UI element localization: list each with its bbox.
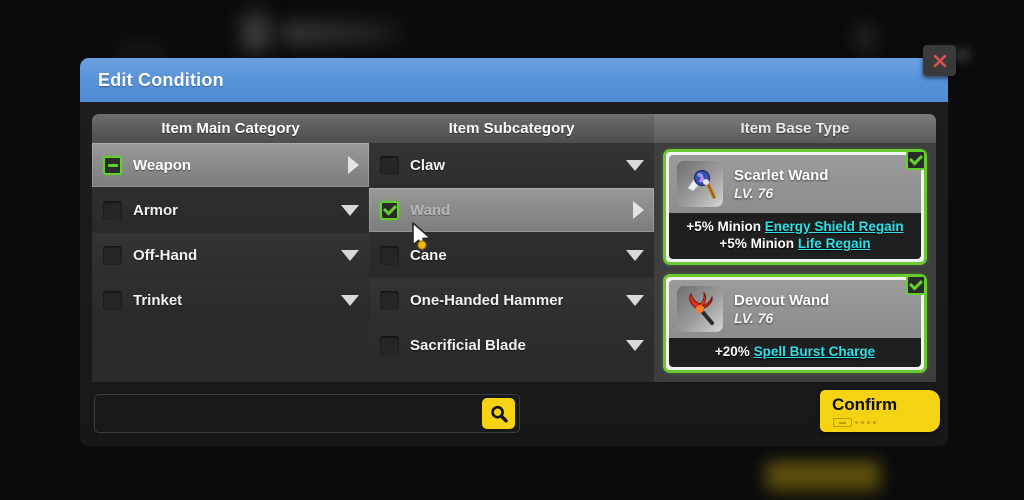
chevron-down-icon: [626, 339, 644, 351]
card-checkbox-checked-icon[interactable]: [906, 275, 926, 295]
main-category-header: Item Main Category: [92, 114, 369, 143]
chevron-right-icon: [348, 156, 359, 174]
base-type-card-devout-wand[interactable]: Devout Wand LV. 76 +20% Spell Burst Char…: [663, 274, 927, 373]
stat-line: +20% Spell Burst Charge: [677, 343, 913, 360]
chevron-down-icon: [341, 204, 359, 216]
card-inner: Scarlet Wand LV. 76 +5% Minion Energy Sh…: [669, 155, 921, 259]
card-header: Devout Wand LV. 76: [669, 280, 921, 338]
stat-highlight: Spell Burst Charge: [753, 344, 876, 359]
red-crescent-wand-icon: [677, 286, 723, 332]
stat-prefix: +5% Minion: [719, 236, 798, 251]
stat-prefix: +5% Minion: [686, 219, 765, 234]
search-button[interactable]: [482, 398, 515, 429]
stat-line: +5% Minion Life Regain: [677, 235, 913, 252]
main-category-item-trinket[interactable]: Trinket: [92, 278, 369, 322]
subcategory-item-label: Sacrificial Blade: [410, 336, 526, 354]
chevron-down-icon: [626, 159, 644, 171]
subcategory-item-label: Wand: [410, 201, 451, 219]
stat-highlight: Life Regain: [797, 236, 871, 251]
main-category-item-armor[interactable]: Armor: [92, 188, 369, 232]
card-stats: +5% Minion Energy Shield Regain +5% Mini…: [669, 213, 921, 259]
close-button[interactable]: [923, 45, 956, 76]
main-category-item-label: Trinket: [133, 291, 183, 309]
dialog-footer: Confirm: [80, 382, 948, 446]
game-screen: Edit Condition Item Main Category Weapon: [0, 0, 1024, 500]
checkbox-icon[interactable]: [380, 155, 399, 175]
key-dot-icon: [861, 421, 864, 424]
subcategory-header: Item Subcategory: [369, 114, 654, 143]
background-logo-mark: [238, 8, 274, 54]
stat-highlight: Energy Shield Regain: [764, 219, 904, 234]
main-category-panel: Item Main Category Weapon Armor Off-Hand…: [92, 114, 369, 382]
key-box-icon: [833, 418, 852, 427]
base-type-list[interactable]: Scarlet Wand LV. 76 +5% Minion Energy Sh…: [654, 143, 936, 382]
subcategory-item-cane[interactable]: Cane: [369, 233, 654, 277]
checkbox-icon[interactable]: [380, 290, 399, 310]
card-text: Devout Wand LV. 76: [734, 292, 829, 327]
chevron-down-icon: [341, 294, 359, 306]
category-columns: Item Main Category Weapon Armor Off-Hand…: [92, 114, 936, 382]
main-category-list[interactable]: Weapon Armor Off-Hand Trinket: [92, 143, 369, 382]
subcategory-item-claw[interactable]: Claw: [369, 143, 654, 187]
search-input[interactable]: [95, 395, 482, 432]
item-level: LV. 76: [734, 184, 774, 201]
subcategory-item-label: Cane: [410, 246, 447, 264]
background-yellow-button: [766, 462, 880, 492]
base-type-card-scarlet-wand[interactable]: Scarlet Wand LV. 76 +5% Minion Energy Sh…: [663, 149, 927, 265]
dialog-body: Item Main Category Weapon Armor Off-Hand…: [80, 102, 948, 446]
dialog-titlebar: Edit Condition: [80, 45, 956, 102]
background-logo-text: [282, 22, 412, 44]
stat-line: +5% Minion Energy Shield Regain: [677, 218, 913, 235]
item-name: Scarlet Wand: [734, 166, 829, 184]
main-category-item-off-hand[interactable]: Off-Hand: [92, 233, 369, 277]
subcategory-list[interactable]: Claw Wand Cane One-Handed Hammer Sacrifi…: [369, 143, 654, 382]
checkbox-icon[interactable]: [380, 335, 399, 355]
subcategory-item-label: Claw: [410, 156, 446, 174]
item-level: LV. 76: [734, 309, 774, 326]
card-inner: Devout Wand LV. 76 +20% Spell Burst Char…: [669, 280, 921, 367]
main-category-item-label: Off-Hand: [133, 246, 198, 264]
confirm-button-label: Confirm: [832, 395, 898, 414]
subcategory-panel: Item Subcategory Claw Wand Cane One-Hand…: [369, 114, 654, 382]
subcategory-item-sacrificial-blade[interactable]: Sacrificial Blade: [369, 323, 654, 367]
magnifier-icon: [490, 405, 508, 422]
chevron-right-icon: [633, 201, 644, 219]
subcategory-item-one-handed-hammer[interactable]: One-Handed Hammer: [369, 278, 654, 322]
card-text: Scarlet Wand LV. 76: [734, 167, 828, 202]
main-category-item-weapon[interactable]: Weapon: [92, 143, 369, 187]
chevron-down-icon: [626, 294, 644, 306]
main-category-item-label: Armor: [133, 201, 179, 219]
background-right-icon: [858, 25, 872, 51]
main-category-item-label: Weapon: [133, 156, 192, 174]
checkbox-icon[interactable]: [103, 245, 122, 265]
subcategory-item-label: One-Handed Hammer: [410, 291, 564, 309]
subcategory-item-wand[interactable]: Wand: [369, 188, 654, 232]
dialog-title: Edit Condition: [98, 69, 224, 90]
blue-orb-wand-icon: [677, 161, 723, 207]
card-checkbox-checked-icon[interactable]: [906, 150, 926, 170]
checkbox-icon[interactable]: [103, 200, 122, 220]
chevron-down-icon: [626, 249, 644, 261]
checkbox-icon[interactable]: [380, 245, 399, 265]
confirm-keybind-hint: [833, 418, 876, 427]
base-type-panel: Item Base Type Scarlet Wand LV. 76 +5% M…: [654, 114, 936, 382]
item-name: Devout Wand: [734, 291, 830, 309]
close-x-icon: [933, 54, 946, 67]
key-dot-icon: [855, 421, 858, 424]
search-bar[interactable]: [94, 394, 520, 433]
card-header: Scarlet Wand LV. 76: [669, 155, 921, 213]
base-type-header: Item Base Type: [654, 114, 936, 143]
edit-condition-dialog: Edit Condition Item Main Category Weapon: [80, 45, 956, 446]
key-dot-icon: [867, 421, 870, 424]
card-stats: +20% Spell Burst Charge: [669, 338, 921, 367]
key-dot-icon: [873, 421, 876, 424]
checkbox-icon[interactable]: [103, 290, 122, 310]
background-strip: [118, 45, 164, 57]
checkbox-checked-icon[interactable]: [380, 200, 399, 220]
stat-prefix: +20%: [714, 344, 754, 359]
checkbox-partial-icon[interactable]: [103, 155, 122, 175]
confirm-button[interactable]: Confirm: [820, 390, 940, 432]
chevron-down-icon: [341, 249, 359, 261]
